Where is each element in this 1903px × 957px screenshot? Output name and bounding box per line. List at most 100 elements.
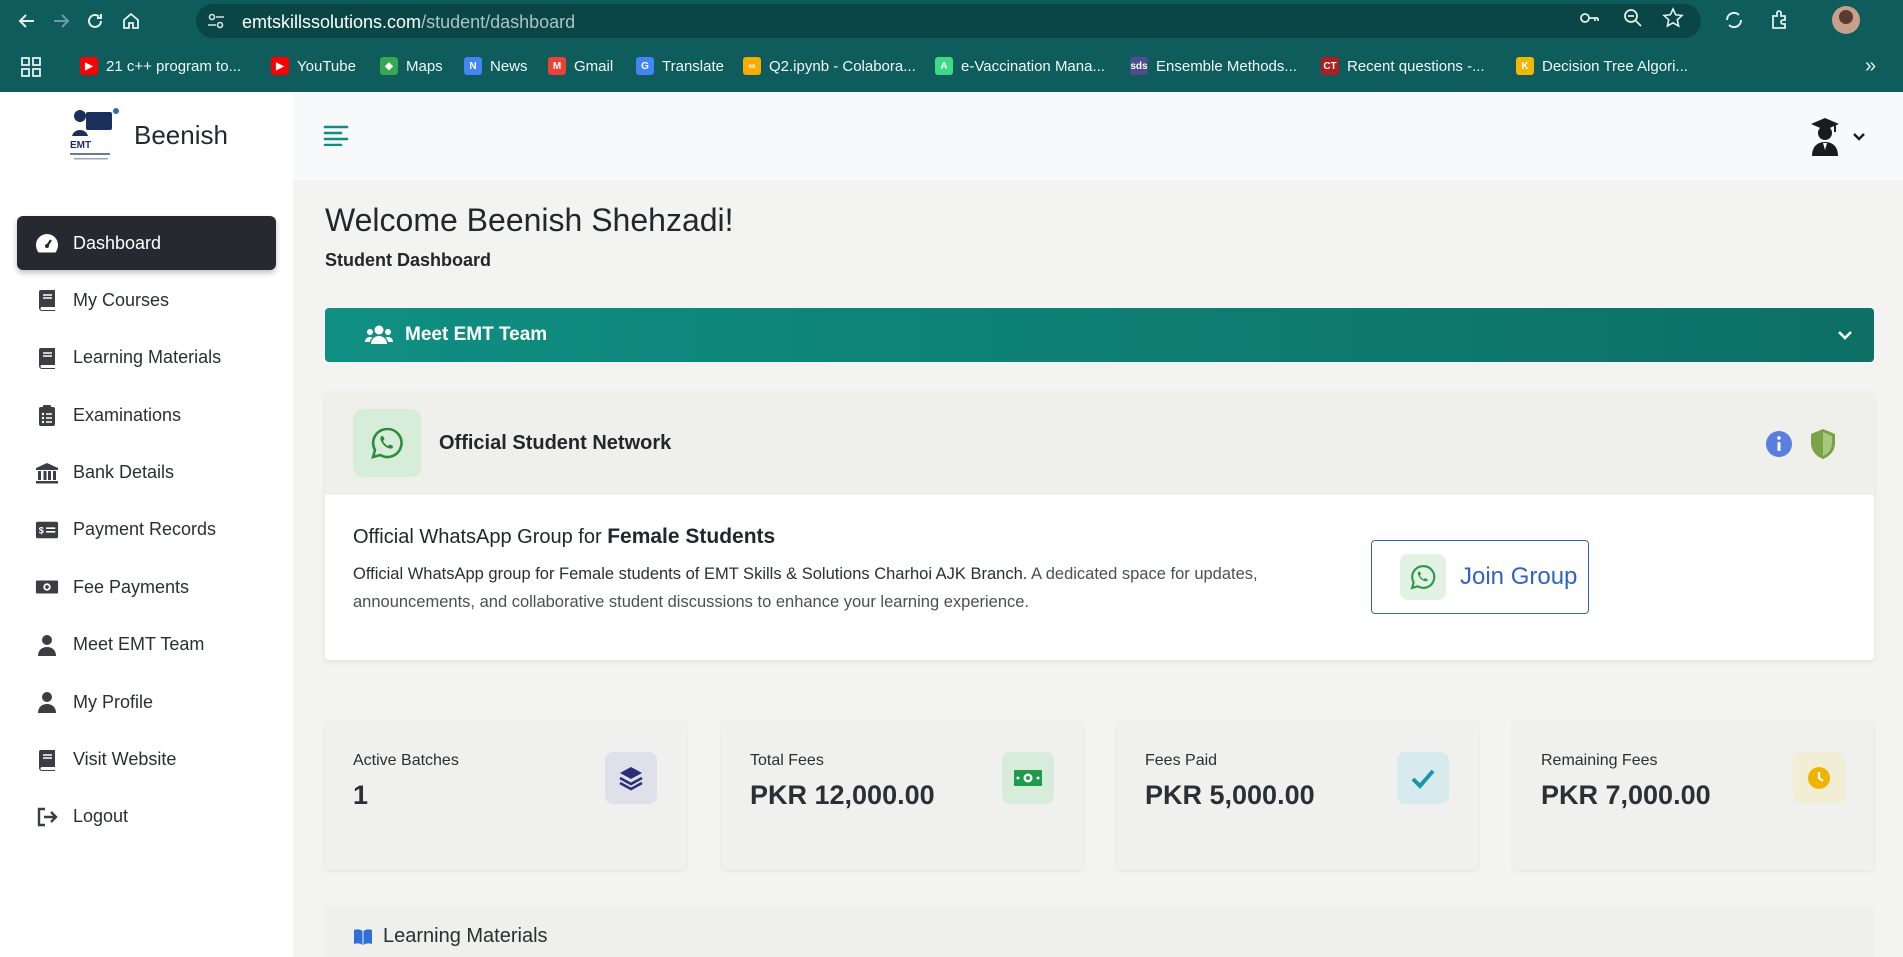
stat-card-active-batches: Active Batches 1 xyxy=(325,722,686,870)
browser-chrome: emtskillssolutions.com/student/dashboard… xyxy=(0,0,1903,92)
emt-logo-icon: EMT xyxy=(66,106,124,164)
maps-icon: ◆ xyxy=(380,57,398,75)
bookmark-label: Ensemble Methods... xyxy=(1156,57,1297,75)
zoom-icon[interactable] xyxy=(1622,7,1644,29)
user-icon xyxy=(35,633,59,657)
clock-icon xyxy=(1793,752,1845,804)
forward-icon[interactable] xyxy=(48,8,74,34)
bookmarks-overflow-icon[interactable]: » xyxy=(1865,56,1887,78)
translate-icon: G xyxy=(636,57,654,75)
bookmark-item[interactable]: ◆ Maps xyxy=(380,55,443,77)
news-icon: N xyxy=(464,57,482,75)
bookmark-label: Decision Tree Algori... xyxy=(1542,57,1688,75)
bookmark-label: YouTube xyxy=(297,57,356,75)
address-bar[interactable]: emtskillssolutions.com/student/dashboard xyxy=(196,4,1701,38)
stat-label: Remaining Fees xyxy=(1541,752,1658,769)
bookmark-item[interactable]: ∞ Q2.ipynb - Colabora... xyxy=(743,55,916,77)
user-menu[interactable] xyxy=(1809,116,1879,156)
bookmark-star-icon[interactable] xyxy=(1662,7,1684,29)
join-group-button[interactable]: Join Group xyxy=(1371,540,1589,614)
shield-icon xyxy=(1811,429,1835,459)
sidebar-toggle-icon[interactable] xyxy=(323,124,349,147)
sidebar-item-label: Payment Records xyxy=(73,519,217,540)
sidebar-item-bank-details[interactable]: Bank Details xyxy=(17,446,276,500)
bookmark-label: News xyxy=(490,57,528,75)
bookmark-label: 21 c++ program to... xyxy=(106,57,242,75)
colab-icon: ∞ xyxy=(743,57,761,75)
brand-name: Beenish xyxy=(134,119,228,150)
profile-avatar-icon[interactable] xyxy=(1832,6,1860,34)
url-text: emtskillssolutions.com/student/dashboard xyxy=(242,12,576,32)
sidebar-item-dashboard[interactable]: Dashboard xyxy=(17,216,276,270)
chevron-down-icon xyxy=(1838,331,1852,340)
student-network-card: Official Student Network Official WhatsA… xyxy=(325,392,1874,660)
info-icon[interactable] xyxy=(1765,430,1793,458)
bookmark-item[interactable]: G Translate xyxy=(636,55,724,77)
sidebar-item-examinations[interactable]: Examinations xyxy=(17,388,276,442)
back-icon[interactable] xyxy=(14,8,40,34)
ct-icon: CT xyxy=(1321,57,1339,75)
sidebar-item-payment-records[interactable]: $ Payment Records xyxy=(17,503,276,557)
bookmark-item[interactable]: Ae-Vaccination Mana... xyxy=(935,55,1105,77)
student-avatar-icon xyxy=(1811,118,1839,156)
sidebar-item-learning-materials[interactable]: Learning Materials xyxy=(17,331,276,385)
whatsapp-icon xyxy=(353,409,421,477)
sync-icon[interactable] xyxy=(1722,8,1748,34)
meet-team-accordion[interactable]: Meet EMT Team xyxy=(325,308,1874,362)
password-key-icon[interactable] xyxy=(1578,7,1600,29)
reload-icon[interactable] xyxy=(82,8,108,34)
sidebar-item-label: Fee Payments xyxy=(73,576,190,597)
svg-text:EMT: EMT xyxy=(70,140,91,151)
youtube-icon: ▶ xyxy=(80,57,98,75)
stat-card-total-fees: Total Fees PKR 12,000.00 xyxy=(722,722,1083,870)
browser-toolbar: emtskillssolutions.com/student/dashboard xyxy=(0,0,1903,42)
bookmark-label: e-Vaccination Mana... xyxy=(961,57,1105,75)
sidebar-item-fee-payments[interactable]: Fee Payments xyxy=(17,560,276,614)
speedometer-icon xyxy=(35,231,59,255)
logout-icon xyxy=(35,805,59,829)
home-icon[interactable] xyxy=(118,8,144,34)
site-settings-icon[interactable] xyxy=(206,11,226,31)
sidebar-item-logout[interactable]: Logout xyxy=(17,790,276,844)
bookmark-item[interactable]: CT Recent questions -... xyxy=(1321,55,1485,77)
user-icon xyxy=(35,690,59,714)
check-icon xyxy=(1397,752,1449,804)
youtube-icon: ▶ xyxy=(271,57,289,75)
stat-value: PKR 12,000.00 xyxy=(750,780,935,810)
users-icon xyxy=(365,325,393,344)
sidebar-item-label: Examinations xyxy=(73,404,182,425)
extensions-icon[interactable] xyxy=(1768,8,1794,34)
sidebar-item-label: Visit Website xyxy=(73,749,177,770)
stat-label: Total Fees xyxy=(750,752,824,769)
top-header xyxy=(293,92,1903,180)
bookmark-item[interactable]: M Gmail xyxy=(548,55,613,77)
sidebar-item-visit-website[interactable]: Visit Website xyxy=(17,733,276,787)
brand[interactable]: EMT Beenish xyxy=(66,104,228,166)
bookmark-item[interactable]: ▶ 21 c++ program to... xyxy=(80,55,241,77)
sidebar-item-my-courses[interactable]: My Courses xyxy=(17,273,276,327)
group-description: Official WhatsApp group for Female stude… xyxy=(353,565,1258,611)
book-icon xyxy=(35,346,59,370)
bookmark-label: Gmail xyxy=(574,57,614,75)
learning-materials-heading: Learning Materials xyxy=(353,925,548,948)
k-icon: K xyxy=(1516,57,1534,75)
learning-materials-section: Learning Materials xyxy=(325,906,1874,957)
sds-icon: sds xyxy=(1130,57,1148,75)
stat-value: PKR 7,000.00 xyxy=(1541,780,1711,810)
bookmark-item[interactable]: K Decision Tree Algori... xyxy=(1516,55,1688,77)
stat-card-fees-paid: Fees Paid PKR 5,000.00 xyxy=(1117,722,1478,870)
sidebar-item-meet-emt-team[interactable]: Meet EMT Team xyxy=(17,618,276,672)
svg-text:$: $ xyxy=(39,526,44,536)
android-icon: A xyxy=(935,57,953,75)
sidebar: EMT Beenish Dashboard My Courses Learning … xyxy=(0,92,293,957)
sidebar-item-my-profile[interactable]: My Profile xyxy=(17,675,276,729)
sidebar-item-label: Bank Details xyxy=(73,462,175,483)
bookmark-item[interactable]: sds Ensemble Methods... xyxy=(1130,55,1297,77)
page-subtitle: Student Dashboard xyxy=(325,250,492,270)
apps-grid-icon[interactable] xyxy=(20,56,42,78)
bookmark-item[interactable]: N News xyxy=(464,55,528,77)
bookmark-item[interactable]: ▶ YouTube xyxy=(271,55,356,77)
join-group-label: Join Group xyxy=(1460,563,1578,590)
sidebar-item-label: Logout xyxy=(73,806,129,827)
bookmark-label: Recent questions -... xyxy=(1347,57,1485,75)
